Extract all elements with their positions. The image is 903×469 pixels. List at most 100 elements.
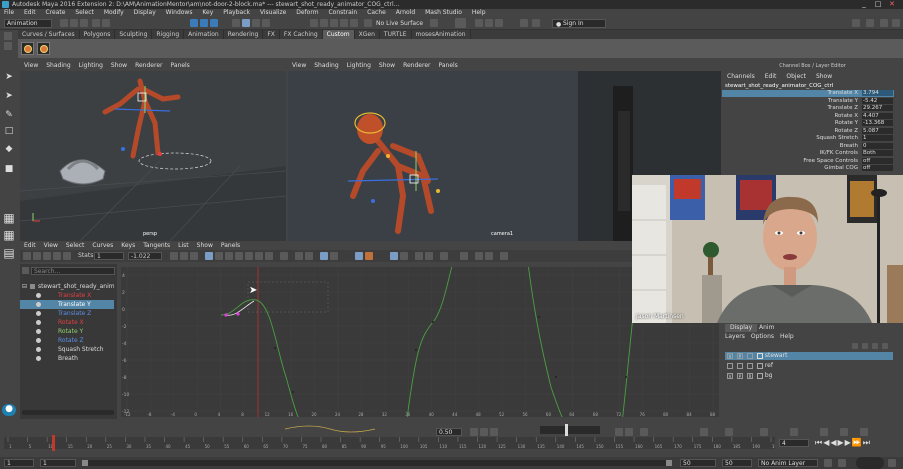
lasso-tool-icon[interactable]: ➤	[4, 91, 14, 101]
frame-playback-icon[interactable]	[190, 252, 198, 260]
attr-row[interactable]: Rotate Z 5.087	[722, 127, 894, 135]
filter-icon[interactable]	[22, 267, 29, 274]
attr-value[interactable]: -13.368	[862, 120, 893, 126]
attr-value[interactable]: Both	[862, 150, 893, 156]
shelf-tab-polygons[interactable]: Polygons	[80, 30, 116, 39]
single-pane-layout-icon[interactable]: ▦	[2, 212, 16, 227]
menu-mash-studio[interactable]: Mash Studio	[425, 9, 462, 16]
plateau-tangent-icon[interactable]	[280, 252, 288, 260]
outliner-object[interactable]: ⊟ stewart_shot_ready_animator	[20, 282, 114, 291]
preferences-icon[interactable]	[888, 459, 896, 467]
ge-menu-tangents[interactable]: Tangents	[143, 242, 170, 249]
ge-menu-edit[interactable]: Edit	[24, 242, 36, 249]
ge-menu-select[interactable]: Select	[66, 242, 85, 249]
swap-buffer-icon[interactable]	[365, 252, 373, 260]
new-layer-selected-icon[interactable]	[882, 343, 888, 349]
keyframe[interactable]	[538, 316, 540, 318]
key-icon[interactable]	[470, 428, 478, 436]
paint-select-tool-icon[interactable]: ✎	[4, 110, 14, 120]
time-ruler[interactable]: 1 5 10 15 20 25 30 35 40 45 50 55 60 65 70 75 80 85 90 95 10…	[4, 437, 780, 449]
save-scene-icon[interactable]	[80, 19, 88, 27]
le-menu-options[interactable]: Options	[751, 333, 774, 340]
snap-view-icon[interactable]	[262, 19, 270, 27]
clamped-tangent-icon[interactable]	[235, 252, 243, 260]
layer-row[interactable]: VP stewart	[725, 352, 893, 360]
select-object-icon[interactable]	[200, 19, 208, 27]
menu-deform[interactable]: Deform	[296, 9, 318, 16]
keyframe[interactable]	[415, 349, 417, 351]
char-set-icon[interactable]	[824, 459, 832, 467]
resample-icon[interactable]	[485, 252, 493, 260]
vp-menu-view[interactable]: View	[292, 62, 306, 69]
anim-snapshot-icon[interactable]	[725, 428, 733, 436]
attr-row[interactable]: Free Space Controls off	[722, 157, 894, 165]
auto-tangent-icon[interactable]	[215, 252, 223, 260]
maximize-button[interactable]: □	[871, 0, 885, 9]
retime-key-icon[interactable]	[63, 252, 71, 260]
open-scene-icon[interactable]	[70, 19, 78, 27]
vp-menu-panels[interactable]: Panels	[438, 62, 457, 69]
attribute-editor-icon[interactable]	[866, 19, 874, 27]
free-weight-icon[interactable]	[320, 252, 328, 260]
modeling-toolkit-icon[interactable]	[852, 19, 860, 27]
move-layer-up-icon[interactable]	[852, 343, 858, 349]
key-tick-icon[interactable]	[460, 252, 468, 260]
expand-minus-icon[interactable]: ⊟	[22, 282, 27, 291]
move-tool-icon[interactable]: □	[4, 126, 14, 136]
attr-value[interactable]: off	[862, 165, 893, 171]
ge-menu-keys[interactable]: Keys	[121, 242, 135, 249]
euler-filter-icon[interactable]	[475, 252, 483, 260]
keyframe[interactable]	[625, 376, 627, 378]
shelf-tool-character-2-icon[interactable]	[37, 42, 50, 55]
le-menu-layers[interactable]: Layers	[725, 333, 745, 340]
cb-menu-channels[interactable]: Channels	[727, 73, 755, 80]
key-handle[interactable]	[236, 312, 240, 316]
four-pane-layout-icon[interactable]: ▦	[2, 229, 16, 244]
scale-tool-icon[interactable]: ■	[4, 164, 14, 174]
attr-value[interactable]: 4.407	[862, 112, 893, 119]
attr-row[interactable]: Rotate Y -13.368	[722, 120, 894, 127]
ge-menu-view[interactable]: View	[44, 242, 58, 249]
layer-display-type-toggle[interactable]	[747, 352, 753, 359]
anim-layer-icon[interactable]	[760, 428, 768, 436]
shelf-tab-animation[interactable]: Animation	[184, 30, 224, 39]
menu-key[interactable]: Key	[202, 9, 213, 16]
menu-constrain[interactable]: Constrain	[328, 9, 357, 16]
cache-icon[interactable]	[840, 428, 848, 436]
anim-layer-dropdown[interactable]: No Anim Layer	[758, 459, 818, 467]
current-time-indicator[interactable]	[52, 435, 55, 451]
make-live-icon[interactable]	[350, 19, 358, 27]
attr-value[interactable]: 0	[862, 142, 893, 149]
vp-menu-view[interactable]: View	[24, 62, 38, 69]
spline-tangent-icon[interactable]	[225, 252, 233, 260]
playback-speed-field[interactable]: 0.50	[436, 428, 462, 436]
shelf-tab-rendering[interactable]: Rendering	[224, 30, 264, 39]
keyframe[interactable]	[432, 321, 434, 323]
stats-value-field[interactable]: -1.022	[128, 252, 162, 260]
select-hierarchy-icon[interactable]	[190, 19, 198, 27]
keyframe[interactable]	[292, 391, 294, 393]
menu-display[interactable]: Display	[134, 9, 156, 16]
value-snap-icon[interactable]	[425, 252, 433, 260]
unify-tangent-icon[interactable]	[305, 252, 313, 260]
tween-machine-icon[interactable]	[640, 428, 648, 436]
menu-arnold[interactable]: Arnold	[396, 9, 415, 16]
range-handle-end[interactable]	[666, 460, 672, 466]
layer-row[interactable]: ref	[725, 362, 893, 370]
menu-select[interactable]: Select	[75, 9, 94, 16]
tab-anim[interactable]: Anim	[754, 324, 779, 332]
menu-playback[interactable]: Playback	[223, 9, 250, 16]
cb-menu-object[interactable]: Object	[786, 73, 806, 80]
move-key-icon[interactable]	[23, 252, 31, 260]
select-component-icon[interactable]	[210, 19, 218, 27]
two-pane-layout-icon[interactable]: ▤	[2, 247, 16, 262]
attr-row[interactable]: Squash Stretch 1	[722, 135, 894, 142]
layer-color-swatch[interactable]	[756, 352, 763, 359]
attr-row[interactable]: Translate Z 29.267	[722, 105, 894, 112]
outliner-channel[interactable]: Breath	[20, 354, 114, 363]
vp-menu-show[interactable]: Show	[111, 62, 127, 69]
linear-tangent-icon[interactable]	[245, 252, 253, 260]
menu-help[interactable]: Help	[472, 9, 486, 16]
snap-grid-icon[interactable]	[232, 19, 240, 27]
layer-visibility-toggle[interactable]: V	[727, 352, 733, 359]
